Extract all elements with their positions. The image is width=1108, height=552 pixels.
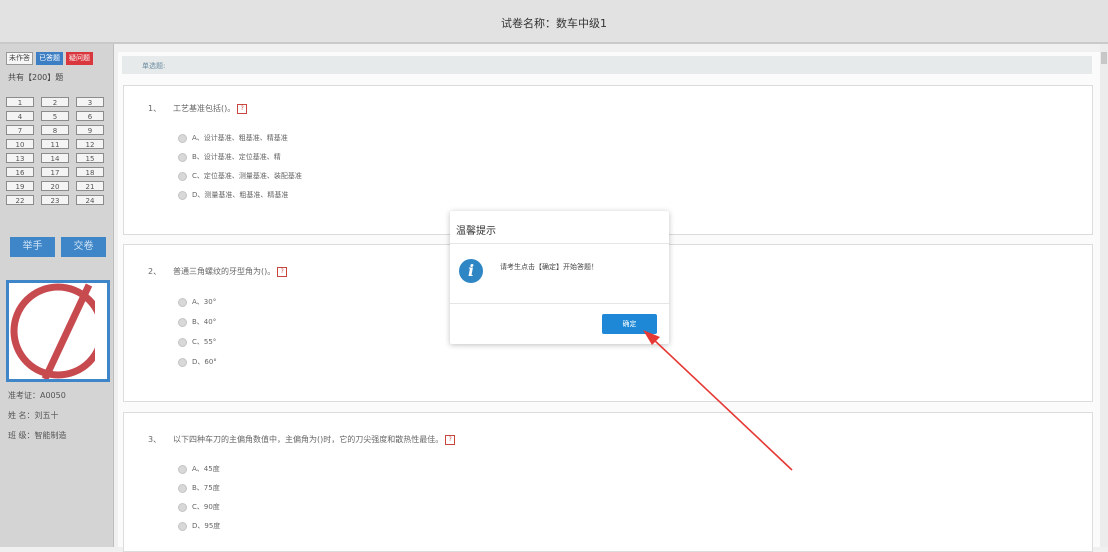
exam-header: 试卷名称：数车中级1 xyxy=(0,0,1108,44)
question-navigator: 1 2 3 4 5 6 7 8 9 10 11 12 13 14 15 16 17 18 19 20 21 22 23 24 xyxy=(6,97,108,205)
question-nav-button[interactable]: 5 xyxy=(41,111,69,121)
question-card: 3、 以下四种车刀的主偏角数值中，主偏角为()时，它的刀尖强度和散热性最佳。? A… xyxy=(123,412,1093,552)
legend-doubtful: 疑问题 xyxy=(66,52,93,65)
question-nav-button[interactable]: 20 xyxy=(41,181,69,191)
status-legend: 未作答 已答题 疑问题 xyxy=(6,52,93,65)
radio-icon[interactable] xyxy=(178,357,187,367)
question-nav-button[interactable]: 7 xyxy=(6,125,34,135)
mark-doubt-icon[interactable]: ? xyxy=(445,434,456,445)
question-nav-button[interactable]: 2 xyxy=(41,97,69,107)
radio-icon[interactable] xyxy=(178,483,187,493)
raise-hand-button[interactable]: 举手 xyxy=(10,237,55,257)
radio-icon[interactable] xyxy=(178,521,187,531)
candidate-name: 姓 名：刘五十 xyxy=(8,411,59,420)
admission-ticket: 准考证：A0050 xyxy=(8,391,66,400)
scrollbar-thumb[interactable] xyxy=(1101,52,1107,64)
radio-icon[interactable] xyxy=(178,464,187,474)
question-nav-button[interactable]: 16 xyxy=(6,167,34,177)
question-nav-button[interactable]: 13 xyxy=(6,153,34,163)
radio-icon[interactable] xyxy=(178,133,187,143)
question-nav-button[interactable]: 1 xyxy=(6,97,34,107)
option-row[interactable]: C、55° xyxy=(178,336,216,348)
question-total: 共有【200】题 xyxy=(8,73,64,82)
candidate-class: 班 级：智能制造 xyxy=(8,431,67,440)
legend-answered: 已答题 xyxy=(36,52,63,65)
legend-unanswered: 未作答 xyxy=(6,52,33,65)
confirm-button[interactable]: 确定 xyxy=(602,314,657,334)
dialog-message: 请考生点击【确定】开始答题！ xyxy=(500,263,598,271)
sidebar: 未作答 已答题 疑问题 共有【200】题 1 2 3 4 5 6 7 8 9 10 11 12 13 14… xyxy=(0,44,114,547)
question-nav-button[interactable]: 15 xyxy=(76,153,104,163)
question-nav-button[interactable]: 11 xyxy=(41,139,69,149)
question-nav-button[interactable]: 9 xyxy=(76,125,104,135)
radio-icon[interactable] xyxy=(178,190,187,200)
question-title: 3、 以下四种车刀的主偏角数值中，主偏角为()时，它的刀尖强度和散热性最佳。? xyxy=(148,434,456,445)
question-nav-button[interactable]: 10 xyxy=(6,139,34,149)
question-nav-button[interactable]: 12 xyxy=(76,139,104,149)
section-header: 单选题: xyxy=(122,56,1092,74)
question-nav-button[interactable]: 3 xyxy=(76,97,104,107)
no-photo-icon xyxy=(10,283,107,379)
option-row[interactable]: B、设计基准、定位基准、精 xyxy=(178,151,281,163)
mark-doubt-icon[interactable]: ? xyxy=(237,103,248,114)
radio-icon[interactable] xyxy=(178,152,187,162)
option-row[interactable]: B、40° xyxy=(178,316,216,328)
question-nav-button[interactable]: 22 xyxy=(6,195,34,205)
question-nav-button[interactable]: 18 xyxy=(76,167,104,177)
question-nav-button[interactable]: 14 xyxy=(41,153,69,163)
mark-doubt-icon[interactable]: ? xyxy=(277,266,288,277)
notice-dialog: 温馨提示 i 请考生点击【确定】开始答题！ 确定 xyxy=(450,211,669,344)
question-nav-button[interactable]: 21 xyxy=(76,181,104,191)
radio-icon[interactable] xyxy=(178,317,187,327)
radio-icon[interactable] xyxy=(178,502,187,512)
question-nav-button[interactable]: 8 xyxy=(41,125,69,135)
question-nav-button[interactable]: 4 xyxy=(6,111,34,121)
question-nav-button[interactable]: 17 xyxy=(41,167,69,177)
option-row[interactable]: A、30° xyxy=(178,296,216,308)
question-nav-button[interactable]: 6 xyxy=(76,111,104,121)
candidate-photo xyxy=(6,280,110,382)
option-row[interactable]: D、95度 xyxy=(178,520,220,532)
section-title: 单选题: xyxy=(142,62,166,70)
radio-icon[interactable] xyxy=(178,337,187,347)
divider xyxy=(450,243,669,244)
option-row[interactable]: C、90度 xyxy=(178,501,220,513)
option-row[interactable]: D、60° xyxy=(178,356,217,368)
option-row[interactable]: D、测量基准、粗基准、精基准 xyxy=(178,189,288,201)
option-row[interactable]: A、45度 xyxy=(178,463,220,475)
dialog-title: 温馨提示 xyxy=(456,226,496,237)
submit-exam-button[interactable]: 交卷 xyxy=(61,237,106,257)
radio-icon[interactable] xyxy=(178,171,187,181)
option-row[interactable]: A、设计基准、粗基准、精基准 xyxy=(178,132,288,144)
question-nav-button[interactable]: 24 xyxy=(76,195,104,205)
question-nav-button[interactable]: 23 xyxy=(41,195,69,205)
divider xyxy=(450,303,669,304)
option-row[interactable]: B、75度 xyxy=(178,482,220,494)
info-icon: i xyxy=(459,259,483,283)
question-nav-button[interactable]: 19 xyxy=(6,181,34,191)
radio-icon[interactable] xyxy=(178,297,187,307)
vertical-scrollbar[interactable] xyxy=(1100,44,1108,547)
option-row[interactable]: C、定位基准、测量基准、装配基准 xyxy=(178,170,302,182)
question-title: 1、 工艺基准包括()。? xyxy=(148,103,248,114)
exam-title: 试卷名称：数车中级1 xyxy=(501,17,607,30)
question-title: 2、 普通三角螺纹的牙型角为()。? xyxy=(148,266,288,277)
